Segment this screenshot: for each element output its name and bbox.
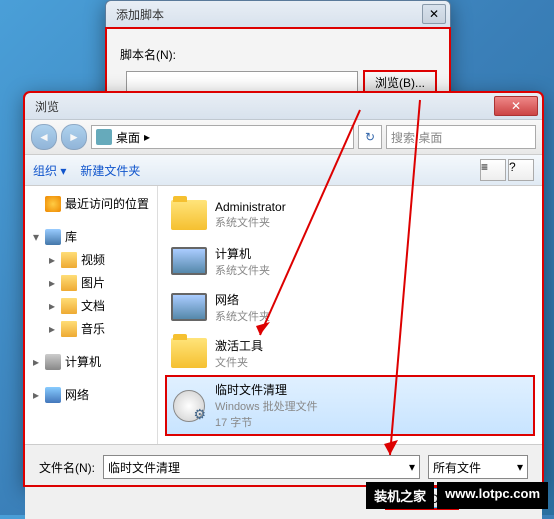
organize-menu[interactable]: 组织 ▾ [33, 162, 66, 179]
browse-title: 浏览 [29, 98, 494, 115]
dialog-title: 添加脚本 [110, 6, 422, 23]
list-item[interactable]: 计算机系统文件夹 [166, 238, 534, 284]
network-icon [45, 387, 61, 403]
library-icon [45, 229, 61, 245]
view-mode-button[interactable]: ≡ [480, 159, 506, 181]
batch-file-icon [173, 390, 205, 422]
desktop-icon [96, 129, 112, 145]
nav-toolbar: ◄ ► 桌面 ▸ ↻ 搜索 桌面 [25, 120, 542, 155]
folder-icon [61, 298, 77, 314]
file-name-input[interactable]: 临时文件清理 ▾ [103, 455, 420, 479]
network-icon [171, 293, 207, 321]
chevron-down-icon: ▾ [409, 460, 415, 474]
browse-dialog: 浏览 ✕ ◄ ► 桌面 ▸ ↻ 搜索 桌面 组织 ▾ 新建文件夹 ≡ ? 最近访… [24, 92, 543, 486]
help-button[interactable]: ? [508, 159, 534, 181]
folder-icon [61, 321, 77, 337]
command-bar: 组织 ▾ 新建文件夹 ≡ ? [25, 155, 542, 186]
list-item[interactable]: 网络系统文件夹 [166, 284, 534, 330]
folder-icon [61, 275, 77, 291]
tree-libraries[interactable]: ▾库 [25, 225, 157, 248]
crumb-text: 桌面 [116, 129, 140, 146]
close-icon[interactable]: ✕ [494, 96, 538, 116]
tree-computer[interactable]: ▸计算机 [25, 350, 157, 373]
script-name-label: 脚本名(N): [120, 46, 176, 63]
star-icon [45, 196, 61, 212]
folder-tree: 最近访问的位置 ▾库 ▸视频 ▸图片 ▸文档 ▸音乐 ▸计算机 ▸网络 [25, 186, 158, 444]
back-button[interactable]: ◄ [31, 124, 57, 150]
script-name-input[interactable] [126, 71, 358, 93]
search-input[interactable]: 搜索 桌面 [386, 125, 536, 149]
tree-videos[interactable]: ▸视频 [25, 248, 157, 271]
list-item[interactable]: Administrator系统文件夹 [166, 192, 534, 238]
watermark: 装机之家 www.lotpc.com [366, 482, 548, 509]
browse-main: 最近访问的位置 ▾库 ▸视频 ▸图片 ▸文档 ▸音乐 ▸计算机 ▸网络 Admi… [25, 186, 542, 444]
view-buttons: ≡ ? [480, 159, 534, 181]
tree-network[interactable]: ▸网络 [25, 383, 157, 406]
browse-button[interactable]: 浏览(B)... [364, 71, 436, 93]
tree-documents[interactable]: ▸文档 [25, 294, 157, 317]
list-item[interactable]: 激活工具文件夹 [166, 330, 534, 376]
close-icon[interactable]: ✕ [422, 4, 446, 24]
folder-icon [61, 252, 77, 268]
forward-button[interactable]: ► [61, 124, 87, 150]
tree-recent-places[interactable]: 最近访问的位置 [25, 192, 157, 215]
computer-icon [45, 354, 61, 370]
titlebar: 添加脚本 ✕ [106, 1, 450, 28]
folder-icon [171, 338, 207, 368]
file-list: Administrator系统文件夹 计算机系统文件夹 网络系统文件夹 激活工具… [158, 186, 542, 444]
crumb-sep: ▸ [144, 130, 150, 144]
refresh-button[interactable]: ↻ [358, 125, 382, 149]
computer-icon [171, 247, 207, 275]
browse-titlebar: 浏览 ✕ [25, 93, 542, 120]
file-name-label: 文件名(N): [39, 459, 95, 476]
new-folder-button[interactable]: 新建文件夹 [80, 162, 140, 179]
breadcrumb[interactable]: 桌面 ▸ [91, 125, 354, 149]
tree-pictures[interactable]: ▸图片 [25, 271, 157, 294]
file-type-filter[interactable]: 所有文件 ▾ [428, 455, 528, 479]
list-item-selected[interactable]: 临时文件清理Windows 批处理文件17 字节 [166, 376, 534, 435]
search-placeholder: 搜索 桌面 [391, 129, 442, 146]
folder-icon [171, 200, 207, 230]
tree-music[interactable]: ▸音乐 [25, 317, 157, 340]
chevron-down-icon: ▾ [517, 460, 523, 474]
